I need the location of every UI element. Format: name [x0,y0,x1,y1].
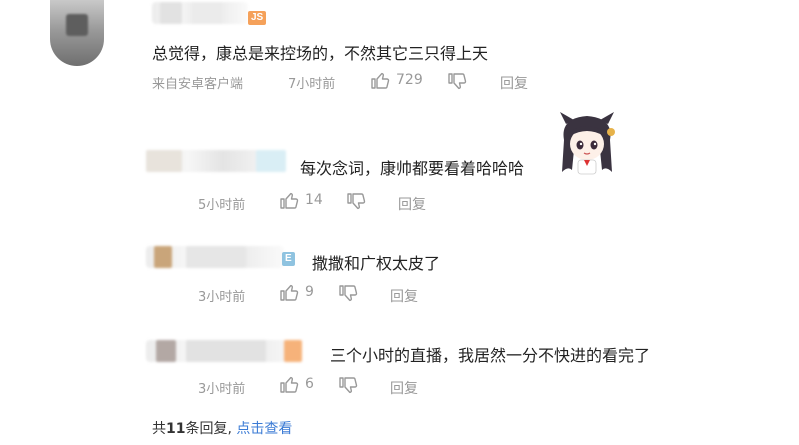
like-count: 9 [305,284,314,300]
user-badge: JS [248,11,267,25]
like-count: 729 [396,72,423,88]
footer-prefix: 共 [152,421,166,437]
reply-button[interactable]: 回复 [390,378,418,398]
like-count: 6 [305,376,314,392]
reply-username-blurred[interactable] [146,340,302,362]
like-button[interactable]: 9 [279,282,314,302]
comment-text: 总觉得，康总是来控场的，不然其它三只得上天 [152,44,489,63]
reply-button[interactable]: 回复 [390,286,418,306]
like-button[interactable]: 729 [370,70,423,90]
username-blurred[interactable] [152,2,248,24]
thumbs-down-icon [447,72,467,92]
reply-time: 3小时前 [198,290,246,305]
thumbs-up-icon [279,190,299,210]
view-replies-link[interactable]: 点击查看 [236,421,292,437]
user-badge: E [282,252,295,266]
user-avatar[interactable] [50,0,104,66]
reply-button[interactable]: 回复 [500,73,528,93]
footer-suffix: 条回复, [185,421,232,437]
reply-username-blurred[interactable] [146,246,284,268]
thumbs-down-icon [338,376,358,396]
like-count: 14 [305,192,323,208]
thumbs-down-icon [346,192,366,212]
reply-button[interactable]: 回复 [398,194,426,214]
reply-time: 5小时前 [198,198,246,213]
dislike-button[interactable] [338,284,358,304]
reply-username-blurred[interactable] [146,150,286,172]
thumbs-up-icon [279,282,299,302]
thumbs-down-icon [338,284,358,304]
dislike-button[interactable] [447,72,467,92]
reply-count: 11 [166,421,186,437]
replies-footer: 共11条回复, 点击查看 [152,418,292,438]
dislike-button[interactable] [338,376,358,396]
like-button[interactable]: 14 [279,190,323,210]
reply-text: 三个小时的直播，我居然一分不快进的看完了 [330,346,651,365]
dislike-button[interactable] [346,192,366,212]
comment-time: 7小时前 [288,77,336,92]
reply-text: 每次念词，康帅都要看着哈哈哈 [300,159,525,178]
thumbs-up-icon [370,70,390,90]
comment-source: 来自安卓客户端 [152,77,244,92]
anime-girl-sticker [556,110,618,180]
like-button[interactable]: 6 [279,374,314,394]
thumbs-up-icon [279,374,299,394]
reply-text: 撒撒和广权太皮了 [312,254,441,273]
reply-time: 3小时前 [198,382,246,397]
